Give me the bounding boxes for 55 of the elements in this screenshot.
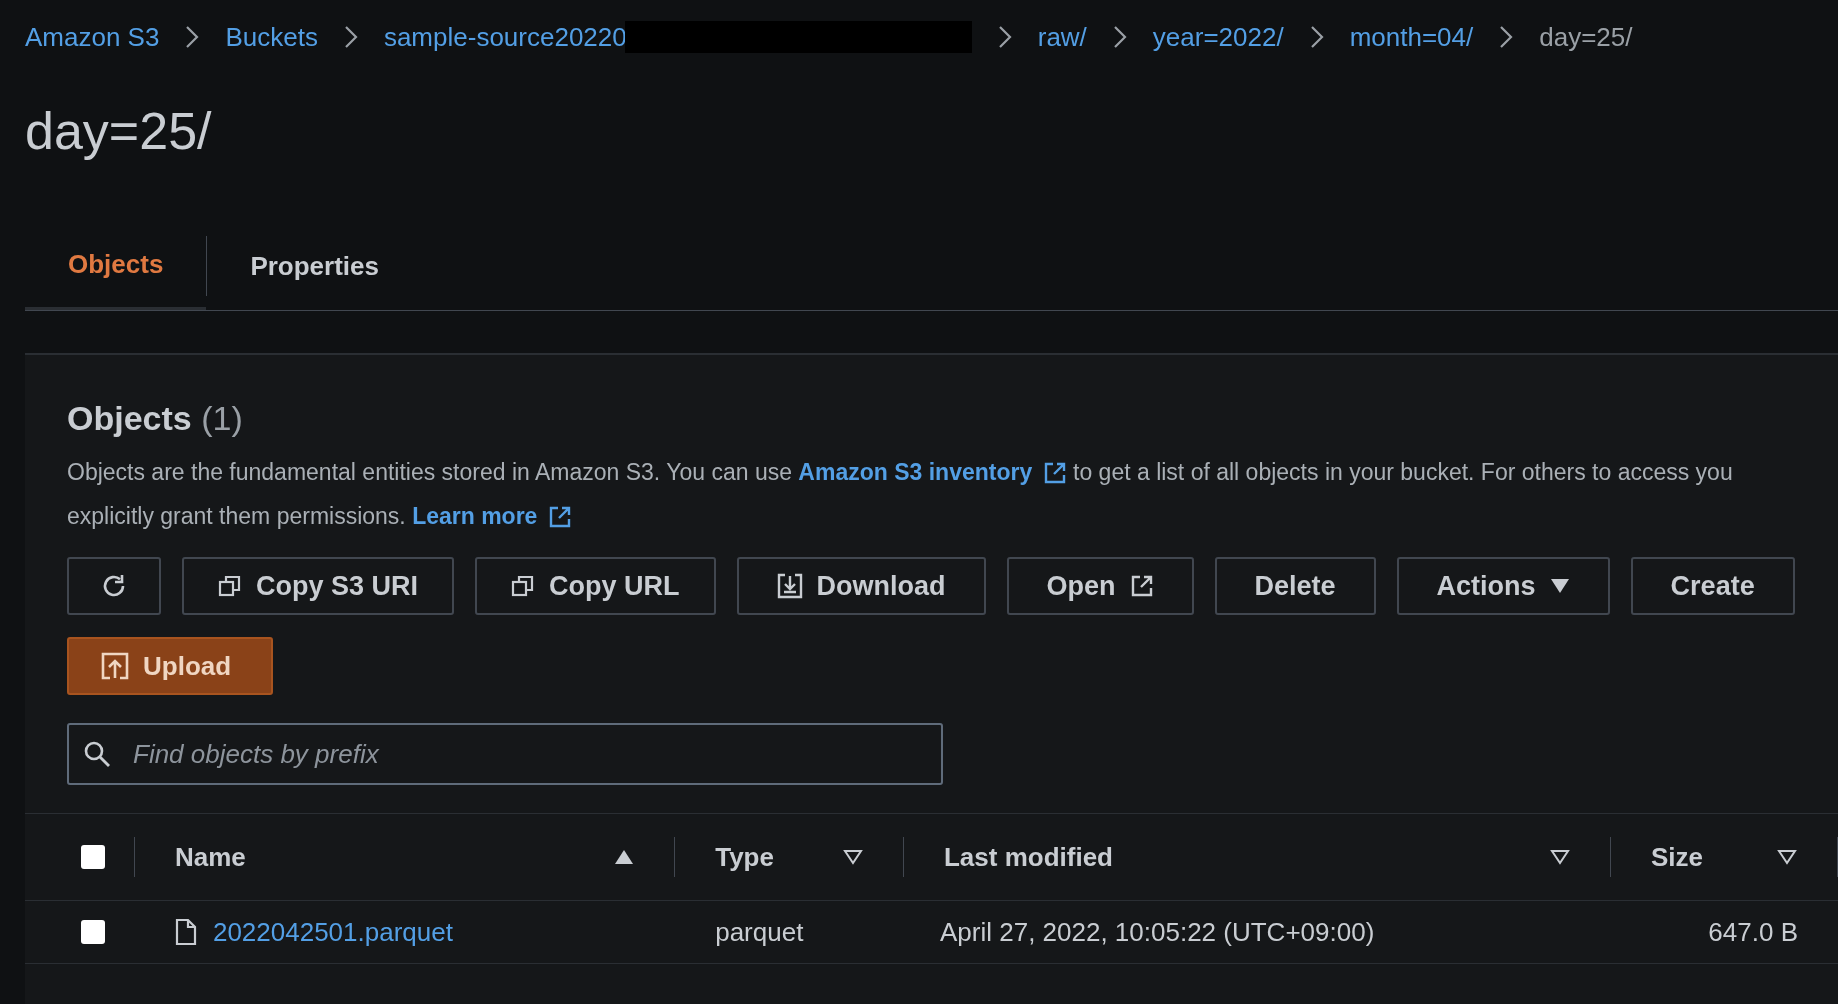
toolbar-button[interactable]: Actions [1396,557,1610,615]
object-count: (1) [201,399,243,437]
sort-icon[interactable] [1550,849,1570,865]
toolbar-button[interactable]: Delete [1214,557,1376,615]
current-page-label: day=25/ [1539,21,1633,53]
sort-icon[interactable] [842,849,863,865]
chevron-icon [1309,25,1324,49]
description-text: explicitly grant them permissions. Learn more [67,501,1838,531]
upload-button[interactable]: Upload [67,637,274,695]
toolbar-button[interactable]: Create [1630,557,1795,615]
breadcrumb-link[interactable]: month=04/ [1349,21,1474,53]
breadcrumb-link[interactable]: raw/ [1037,21,1087,53]
sort-ascending-icon[interactable] [614,849,635,865]
search-field[interactable]: Find objects by prefix [67,723,943,785]
page-title: day=25/ [25,101,213,162]
breadcrumb-link[interactable]: Amazon S3 [25,21,160,53]
copy-icon [218,574,242,598]
chevron-icon [1499,25,1514,49]
sort-icon[interactable] [1777,849,1797,865]
toolbar-button[interactable]: Open [1006,557,1194,615]
table-cell: April 27, 2022, 10:05:22 (UTC+09:00) [939,916,1375,948]
caret-icon [1549,578,1570,594]
refresh-button[interactable] [67,557,161,615]
table-cell: 647.0 B [1708,916,1798,948]
upload-icon [101,652,129,680]
inventory-link[interactable]: Amazon S3 inventory [798,459,1067,485]
description-text: Objects are the fundamental entities stored in Amazon S3. You can use Amazon S3 inventory to get a list of all objects in your bucket. For others to access you [67,458,1734,487]
object-name-link[interactable]: 2022042501.parquet [212,916,453,948]
chevron-icon [997,25,1012,49]
select-all-checkbox[interactable] [81,845,105,869]
file-icon [174,918,197,946]
column-header[interactable]: Type [715,841,774,873]
table-cell: parquet [715,916,804,948]
toolbar-button[interactable]: Copy URL [475,557,716,615]
column-header[interactable]: Last modified [943,841,1113,873]
learn-more-link[interactable]: Learn more [412,503,572,529]
breadcrumb-link[interactable]: Buckets [225,21,318,53]
chevron-icon [343,25,358,49]
download-icon [776,573,803,599]
column-header[interactable]: Size [1651,841,1704,873]
external-link-icon [1042,461,1067,485]
tab[interactable]: Properties [207,222,422,310]
row-checkbox[interactable] [81,920,105,944]
toolbar-button[interactable]: Download [736,557,986,615]
chevron-icon [1112,25,1127,49]
copy-icon [511,574,536,598]
search-icon [83,740,111,768]
chevron-icon [185,25,200,49]
breadcrumb-link[interactable]: sample-source20220 [383,21,627,53]
external-link-icon [1129,574,1154,598]
toolbar-button[interactable]: Copy S3 URI [182,557,455,615]
panel-heading: Objects [67,399,192,437]
breadcrumb-link[interactable]: year=2022/ [1152,21,1284,53]
column-header[interactable]: Name [174,841,246,873]
external-link-icon [547,505,572,529]
